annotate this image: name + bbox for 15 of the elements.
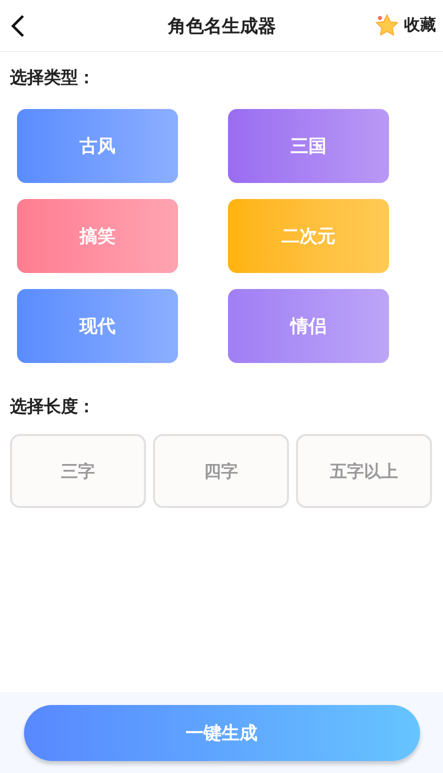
length-button[interactable]: 四字 (153, 434, 289, 508)
page-title: 角色名生成器 (168, 14, 276, 38)
length-button[interactable]: 三字 (10, 434, 146, 508)
generate-button[interactable]: 一键生成 (24, 705, 420, 761)
section-label: 选择长度： (9, 396, 96, 418)
length-button[interactable]: 五字以上 (296, 434, 432, 508)
type-button[interactable]: 古风 (17, 109, 178, 183)
type-button[interactable]: 情侣 (228, 289, 389, 363)
favorite-button[interactable]: 收藏 (374, 12, 436, 38)
star-icon (374, 12, 400, 38)
type-button[interactable]: 二次元 (228, 199, 389, 273)
type-button[interactable]: 搞笑 (17, 199, 178, 273)
type-button[interactable]: 现代 (17, 289, 178, 363)
section-label: 选择类型： (9, 67, 96, 89)
type-button[interactable]: 三国 (228, 109, 389, 183)
